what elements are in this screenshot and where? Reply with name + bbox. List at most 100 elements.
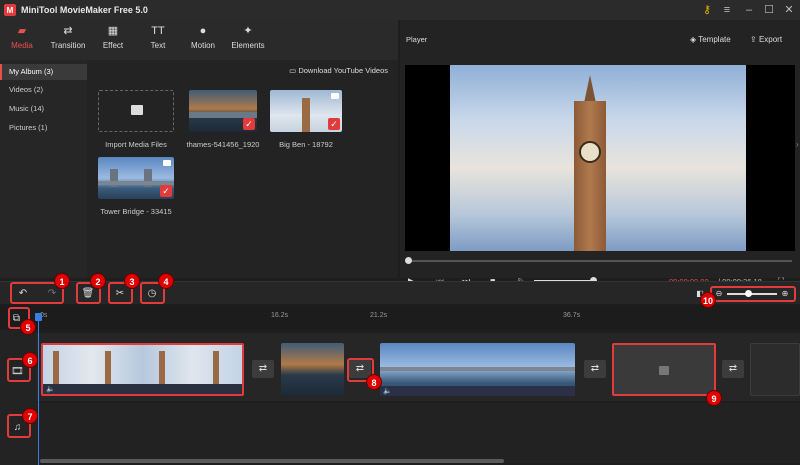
tower-shape: [574, 101, 606, 251]
import-media-button[interactable]: [98, 90, 174, 132]
export-button[interactable]: ⇪ Export: [750, 35, 782, 44]
callout-badge: 1: [54, 273, 70, 289]
collapse-handle[interactable]: ›: [796, 140, 799, 149]
tab-effect[interactable]: ▦ Effect: [91, 24, 135, 50]
video-preview[interactable]: [405, 65, 795, 251]
callout-badge: 8: [366, 374, 382, 390]
sidebar-item-pictures[interactable]: Pictures (1): [0, 120, 87, 136]
progress-handle[interactable]: [405, 257, 412, 264]
tower-shape: [302, 98, 310, 132]
download-youtube-button[interactable]: ▭ Download YouTube Videos: [289, 66, 388, 75]
tab-transition[interactable]: ⇄ Transition: [46, 24, 90, 50]
tab-elements[interactable]: ✦ Elements: [226, 24, 270, 50]
export-label: Export: [758, 35, 783, 44]
music-track[interactable]: [36, 403, 800, 463]
close-button[interactable]: ✕: [780, 2, 798, 18]
sidebar-item-videos[interactable]: Videos (2): [0, 82, 87, 98]
tab-label: Motion: [190, 41, 215, 50]
folder-icon: ▰: [17, 25, 27, 37]
download-icon: ▭: [289, 66, 299, 75]
playhead-handle[interactable]: [35, 313, 42, 321]
tab-media[interactable]: ▰ Media: [0, 24, 44, 50]
bridge-shape: [380, 367, 575, 371]
title-bar: M MiniTool MovieMaker Free 5.0 ⚷ ≡ – ☐ ✕: [0, 0, 800, 20]
minimize-button[interactable]: –: [740, 2, 758, 18]
empty-clip-slot[interactable]: [750, 343, 800, 396]
motion-icon: ●: [199, 25, 207, 37]
library-sidebar: My Album (3) Videos (2) Music (14) Pictu…: [0, 60, 87, 278]
transition-slot-button[interactable]: ⇄: [584, 360, 606, 378]
sidebar-item-music[interactable]: Music (14): [0, 101, 87, 117]
audio-waveform: [380, 386, 575, 396]
media-label: Big Ben - 18792: [279, 140, 333, 149]
menu-icon[interactable]: ≡: [718, 2, 736, 18]
folder-icon: [131, 105, 143, 115]
media-thumbnail-thames[interactable]: ✓: [189, 90, 257, 132]
callout-badge: 7: [22, 408, 38, 424]
callout-badge: 9: [706, 390, 722, 406]
sidebar-item-my-album[interactable]: My Album (3): [0, 64, 87, 80]
callout-badge: 5: [20, 319, 36, 335]
layers-icon: ◈: [690, 35, 699, 44]
clip-volume-icon: 🔈: [46, 386, 55, 393]
tab-label: Media: [11, 41, 33, 50]
tab-label: Effect: [102, 41, 124, 50]
import-icon: [659, 366, 669, 375]
highlight-box: [710, 286, 796, 302]
player-panel: Player ◈ Template ⇪ Export ▶ ⏮ ⏭ ■ 🔈 00:…: [400, 20, 800, 286]
clip-thames[interactable]: [281, 343, 344, 396]
clip-tower-bridge[interactable]: 🔈: [380, 343, 575, 396]
tick-label: 16.2s: [271, 312, 289, 319]
tab-motion[interactable]: ● Motion: [181, 24, 225, 50]
template-label: Template: [698, 35, 731, 44]
empty-clip-slot[interactable]: [612, 343, 716, 396]
callout-badge: 6: [22, 352, 38, 368]
tab-label: Transition: [50, 41, 86, 50]
media-label: thames-541456_1920: [186, 140, 260, 149]
tick-label: 36.7s: [563, 312, 581, 319]
check-icon: ✓: [328, 118, 340, 130]
callout-badge: 10: [700, 292, 716, 308]
media-thumbnail-tower-bridge[interactable]: ✓: [98, 157, 174, 199]
audio-waveform: [43, 384, 242, 394]
transition-icon: ⇄: [63, 25, 73, 37]
check-icon: ✓: [243, 118, 255, 130]
timeline-ruler[interactable]: 0s 16.2s 21.2s 36.7s: [0, 305, 800, 329]
template-button[interactable]: ◈ Template: [690, 35, 731, 44]
callout-badge: 3: [124, 273, 140, 289]
transition-slot-button[interactable]: ⇄: [252, 360, 274, 378]
video-icon: [163, 160, 171, 166]
import-media-label: Import Media Files: [105, 140, 167, 149]
effect-icon: ▦: [107, 25, 119, 37]
clip-big-ben[interactable]: 🔈: [41, 343, 244, 396]
tower-spire: [584, 75, 596, 103]
video-track: 🔈 ⇄ ⇄ 🔈 ⇄ ⇄: [36, 333, 800, 401]
check-icon: ✓: [160, 185, 172, 197]
maximize-button[interactable]: ☐: [760, 2, 778, 18]
clip-volume-icon: 🔈: [383, 388, 392, 395]
player-title: Player: [406, 35, 428, 44]
main-toolbar: ▰ Media ⇄ Transition ▦ Effect TT Text ● …: [0, 20, 398, 60]
transition-slot-button[interactable]: ⇄: [722, 360, 744, 378]
key-icon[interactable]: ⚷: [698, 2, 716, 18]
track-headers: ⧉ 🎞 ♫: [0, 313, 36, 465]
text-icon: TT: [151, 25, 165, 37]
app-title: MiniTool MovieMaker Free 5.0: [21, 5, 148, 15]
callout-badge: 2: [90, 273, 106, 289]
media-thumbnail-big-ben[interactable]: ✓: [270, 90, 342, 132]
tab-label: Elements: [231, 41, 265, 50]
tab-text[interactable]: TT Text: [136, 24, 180, 50]
clock-icon: [579, 141, 601, 163]
download-youtube-label: Download YouTube Videos: [298, 66, 388, 75]
playhead[interactable]: [38, 314, 39, 465]
elements-icon: ✦: [243, 25, 253, 37]
timeline-scrollbar[interactable]: [40, 459, 504, 463]
media-library: ▭ Download YouTube Videos Import Media F…: [87, 60, 398, 278]
app-logo: M: [4, 4, 16, 16]
playback-progress[interactable]: [405, 257, 792, 264]
preview-frame: [450, 65, 746, 251]
export-icon: ⇪: [750, 35, 759, 44]
media-label: Tower Bridge - 33415: [100, 207, 172, 216]
tick-label: 21.2s: [370, 312, 388, 319]
callout-badge: 4: [158, 273, 174, 289]
